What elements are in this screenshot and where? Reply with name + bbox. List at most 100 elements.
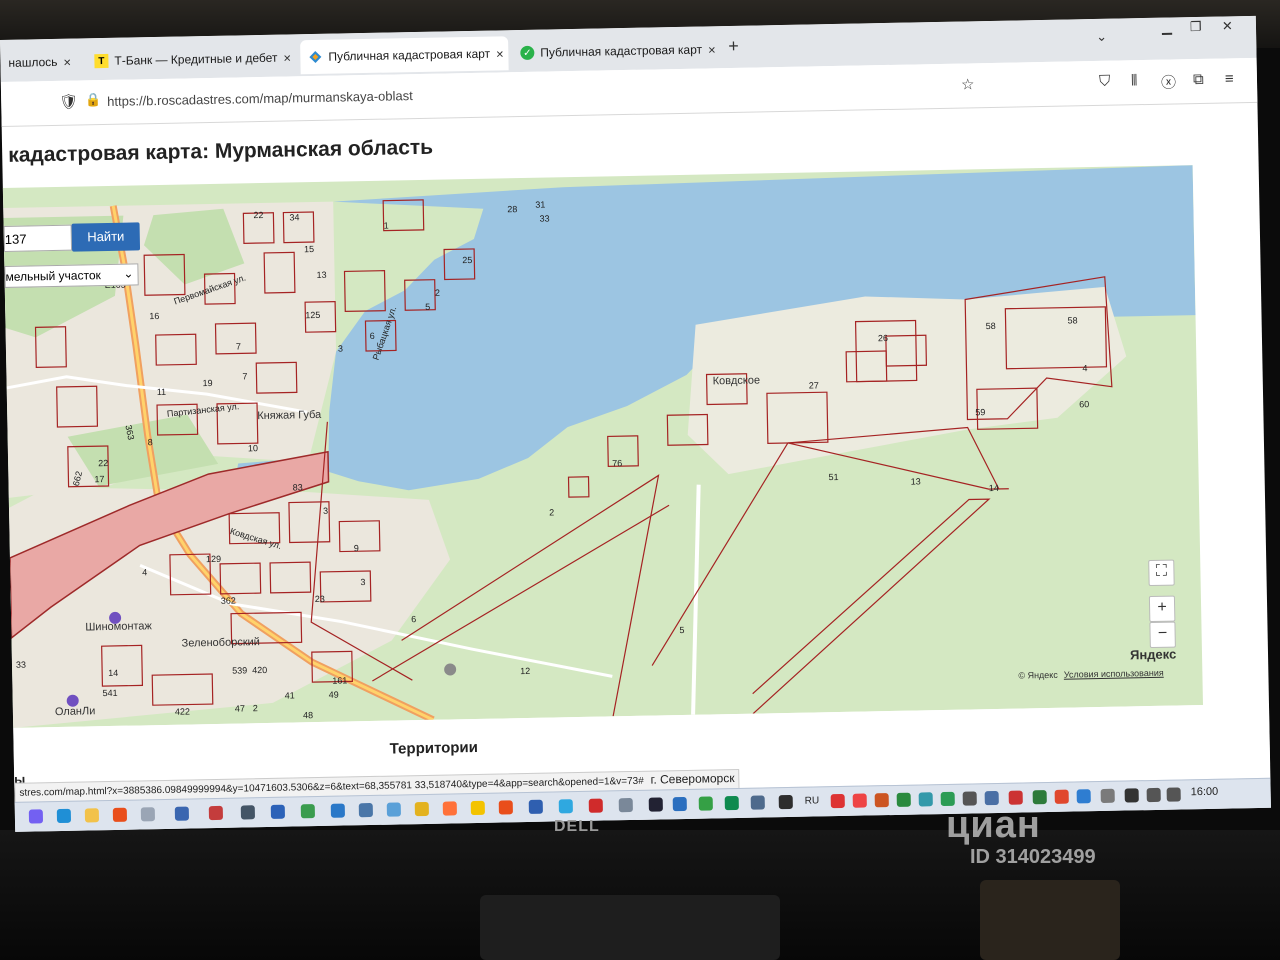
app-icon[interactable] bbox=[558, 799, 573, 814]
tray-icon[interactable] bbox=[874, 793, 889, 808]
tray-icon[interactable] bbox=[918, 792, 933, 807]
tray-icon[interactable] bbox=[1100, 788, 1115, 804]
language-indicator[interactable]: RU bbox=[805, 795, 820, 806]
lock-icon[interactable]: 🔒 bbox=[85, 92, 101, 108]
tray-icon[interactable] bbox=[1032, 790, 1047, 805]
parcel-number: 58 bbox=[986, 321, 996, 331]
app-icon[interactable] bbox=[300, 804, 315, 819]
parcel-number: 33 bbox=[16, 660, 26, 670]
app-icon[interactable] bbox=[174, 806, 190, 821]
map-canvas[interactable]: 22 34 1 28 31 33 13 15 25 2 5 16 125 6 3… bbox=[3, 165, 1203, 728]
new-tab-button[interactable]: + bbox=[728, 36, 739, 57]
parcel-number: 12 bbox=[520, 666, 530, 676]
app-icon[interactable] bbox=[330, 803, 345, 818]
tab-search[interactable]: нашлось × bbox=[0, 44, 81, 80]
parcel-number: 7 bbox=[242, 371, 247, 381]
app-icon[interactable] bbox=[270, 804, 286, 819]
app-icon[interactable] bbox=[240, 805, 256, 820]
url-field[interactable]: https://b.roscadastres.com/map/murmanska… bbox=[107, 88, 413, 109]
cadastral-map[interactable]: 22 34 1 28 31 33 13 15 25 2 5 16 125 6 3… bbox=[2, 165, 1203, 728]
vk-icon[interactable] bbox=[358, 802, 373, 818]
extension-x-icon[interactable]: ⓧ bbox=[1161, 71, 1176, 92]
object-type-select[interactable]: мельный участок ⌄ bbox=[4, 263, 139, 288]
tray-icon[interactable] bbox=[896, 792, 911, 807]
tab-cadastral-map[interactable]: ✓ Публичная кадастровая карт × bbox=[512, 32, 719, 70]
menu-icon[interactable]: ≡ bbox=[1225, 70, 1234, 87]
close-tab-icon[interactable]: × bbox=[283, 50, 291, 65]
fullscreen-button[interactable]: ⛶ bbox=[1148, 559, 1175, 587]
road-number: 83 bbox=[293, 482, 303, 492]
territories-heading[interactable]: Территории bbox=[390, 739, 479, 758]
restore-icon[interactable]: ❐ bbox=[1190, 19, 1202, 35]
monitor-brand-logo: DELL bbox=[554, 818, 600, 835]
parcel-number: 2 bbox=[549, 507, 554, 517]
app-icon[interactable] bbox=[618, 797, 633, 813]
parcel-number: 161 bbox=[332, 675, 347, 685]
chrome-icon[interactable] bbox=[414, 801, 429, 817]
place-label: Ковдское bbox=[713, 374, 761, 387]
place-label: Зеленоборский bbox=[182, 636, 260, 650]
taskbar-clock[interactable]: 16:00 bbox=[1191, 786, 1219, 799]
extensions-icon[interactable]: ⧉ bbox=[1193, 71, 1204, 88]
library-icon[interactable]: ⫴ bbox=[1131, 72, 1138, 89]
tab-cadastral-map-active[interactable]: Публичная кадастровая карт × bbox=[300, 36, 509, 75]
app-icon[interactable] bbox=[140, 807, 156, 822]
tray-icon[interactable] bbox=[852, 793, 867, 808]
bookmark-star-icon[interactable]: ☆ bbox=[961, 75, 975, 93]
parcel-number: 49 bbox=[329, 690, 339, 700]
place-label: Княжая Губа bbox=[257, 409, 322, 422]
app-icon[interactable] bbox=[386, 802, 401, 817]
tray-icon[interactable] bbox=[830, 793, 845, 809]
shield-icon[interactable]: 🛡 bbox=[59, 93, 78, 111]
app-icon[interactable] bbox=[778, 794, 793, 810]
close-tab-icon[interactable]: × bbox=[708, 42, 716, 57]
parcel-number: 14 bbox=[108, 668, 118, 678]
close-tab-icon[interactable]: × bbox=[63, 54, 71, 69]
tab-t-bank[interactable]: T Т-Банк — Кредитные и дебет × bbox=[86, 40, 293, 78]
parcel-number: 422 bbox=[175, 706, 190, 716]
zoom-out-button[interactable]: − bbox=[1149, 621, 1176, 649]
edge-icon[interactable] bbox=[56, 808, 72, 824]
tray-icon[interactable] bbox=[1076, 789, 1091, 804]
app-icon[interactable] bbox=[528, 799, 543, 814]
parcel-number: 47 bbox=[235, 703, 245, 713]
flag-icon[interactable] bbox=[1124, 788, 1139, 803]
parcel-number: 13 bbox=[911, 476, 921, 486]
parcel-number: 48 bbox=[303, 710, 313, 720]
yandex-browser-icon[interactable] bbox=[498, 800, 513, 815]
app-icon[interactable] bbox=[648, 797, 663, 812]
close-tab-icon[interactable]: × bbox=[496, 46, 504, 61]
parcel-number: 33 bbox=[539, 213, 549, 223]
tab-label: нашлось bbox=[8, 54, 58, 70]
zoom-in-button[interactable]: + bbox=[1148, 595, 1176, 623]
app-icon[interactable] bbox=[724, 795, 739, 811]
network-icon[interactable] bbox=[1146, 787, 1161, 803]
page-title: кадастровая карта: Мурманская область bbox=[7, 135, 434, 167]
terms-link[interactable]: Условия использования bbox=[1064, 668, 1164, 680]
list-tabs-icon[interactable]: ⌄ bbox=[1096, 29, 1107, 45]
yandex-browser-icon[interactable] bbox=[470, 800, 485, 816]
find-button[interactable]: Найти bbox=[71, 222, 141, 252]
tray-icon[interactable] bbox=[1008, 790, 1023, 805]
folder-icon[interactable] bbox=[84, 808, 100, 823]
app-icon[interactable] bbox=[698, 796, 713, 811]
close-window-icon[interactable]: ✕ bbox=[1222, 18, 1233, 34]
volume-icon[interactable] bbox=[1166, 787, 1181, 802]
pocket-icon[interactable]: ⛉ bbox=[1099, 73, 1111, 90]
tray-icon[interactable] bbox=[1054, 789, 1069, 804]
app-icon[interactable] bbox=[588, 798, 603, 813]
parcel-number: 15 bbox=[304, 244, 314, 254]
app-icon[interactable] bbox=[672, 796, 687, 812]
cadastral-number-input[interactable]: 137 bbox=[3, 224, 73, 252]
city-link[interactable]: г. Североморск bbox=[650, 771, 734, 787]
minimize-icon[interactable]: ▁ bbox=[1162, 20, 1172, 36]
copyright-text: © Яндекс bbox=[1018, 669, 1058, 681]
viber-icon[interactable] bbox=[28, 809, 44, 824]
app-icon[interactable] bbox=[208, 805, 224, 821]
yandex-app-icon[interactable] bbox=[112, 807, 128, 822]
parcel-number: 22 bbox=[253, 210, 263, 220]
parcel-number: 3 bbox=[360, 577, 365, 587]
app-icon[interactable] bbox=[750, 795, 765, 810]
parcel-number: 16 bbox=[149, 311, 159, 321]
firefox-icon[interactable] bbox=[442, 801, 457, 816]
